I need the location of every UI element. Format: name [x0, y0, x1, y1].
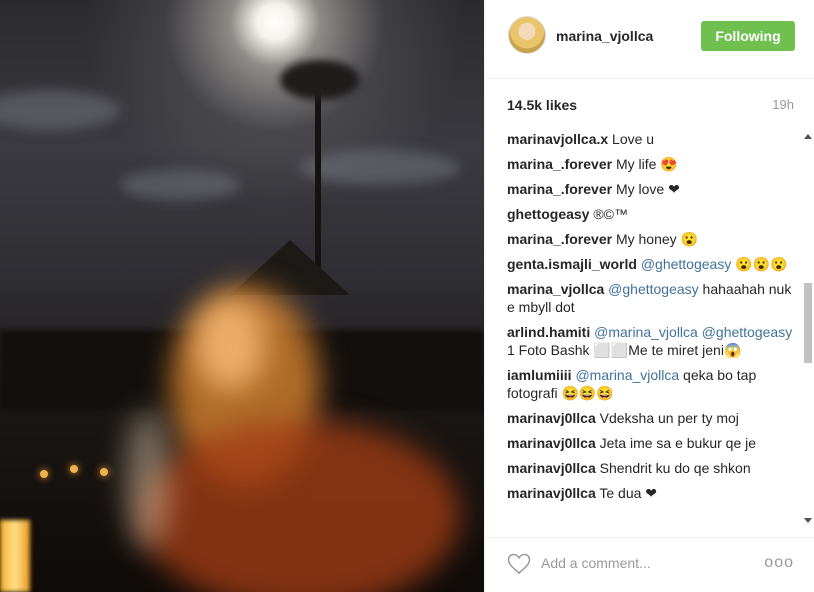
- comment-username[interactable]: genta.ismajli_world: [507, 256, 637, 272]
- comment-username[interactable]: marina_.forever: [507, 231, 612, 247]
- comment-username[interactable]: marinavjollca.x: [507, 131, 608, 147]
- cloud: [300, 150, 460, 185]
- comment-text: My honey 😮: [612, 231, 698, 247]
- comment-text: My love ❤: [612, 181, 680, 197]
- comment-username[interactable]: marinavj0llca: [507, 485, 596, 501]
- comment-item: arlind.hamiti @marina_vjollca @ghettogea…: [507, 323, 793, 359]
- scrollbar-thumb[interactable]: [804, 283, 812, 363]
- divider: [485, 78, 814, 79]
- comment-text: My life 😍: [612, 156, 678, 172]
- post-time[interactable]: 19h: [772, 97, 794, 112]
- woman-face: [195, 300, 265, 390]
- following-button[interactable]: Following: [701, 21, 795, 51]
- comment-username[interactable]: iamlumiiii: [507, 367, 572, 383]
- comment-mention[interactable]: @ghettogeasy: [608, 281, 699, 297]
- comment-text: ®©™: [589, 206, 628, 222]
- likes-count[interactable]: 14.5k likes: [507, 97, 577, 113]
- comment-text: 1 Foto Bashk ⬜⬜Me te miret jeni😱: [507, 342, 742, 358]
- scrollbar[interactable]: [801, 128, 814, 528]
- wine-glass: [125, 410, 170, 550]
- post-sidebar: marina_vjollca Following 14.5k likes 19h…: [484, 0, 814, 592]
- cloud: [120, 170, 240, 200]
- comment-username[interactable]: marina_.forever: [507, 156, 612, 172]
- divider: [485, 537, 814, 538]
- comment-username[interactable]: arlind.hamiti: [507, 324, 590, 340]
- comment-list[interactable]: marinavjollca.x Love u marina_.forever My…: [507, 130, 793, 530]
- woman-body: [140, 420, 460, 592]
- comment-item: iamlumiiii @marina_vjollca qeka bo tap f…: [507, 366, 793, 402]
- comment-item: ghettogeasy ®©™: [507, 205, 793, 223]
- comment-username[interactable]: marina_vjollca: [507, 281, 604, 297]
- palm-fronds: [280, 60, 360, 100]
- comment-text: Vdeksha un per ty moj: [595, 410, 739, 426]
- comment-item: marina_.forever My love ❤: [507, 180, 793, 198]
- comment-item: marina_.forever My life 😍: [507, 155, 793, 173]
- more-options-icon[interactable]: ooo: [764, 554, 794, 572]
- comment-item: marinavj0llca Te dua ❤: [507, 484, 793, 502]
- avatar[interactable]: [508, 16, 546, 54]
- comment-mention[interactable]: @marina_vjollca: [575, 367, 679, 383]
- cloud: [0, 90, 120, 130]
- comment-item: marina_.forever My honey 😮: [507, 230, 793, 248]
- comment-text: Jeta ime sa e bukur qe je: [595, 435, 757, 451]
- comment-item: marinavj0llca Shendrit ku do qe shkon: [507, 459, 793, 477]
- comment-item: marinavj0llca Jeta ime sa e bukur qe je: [507, 434, 793, 452]
- comment-text: Love u: [608, 131, 655, 147]
- post-header: marina_vjollca Following: [485, 0, 814, 72]
- distant-light: [70, 465, 78, 473]
- scroll-up-icon[interactable]: [804, 134, 812, 139]
- comment-mention[interactable]: @marina_vjollca @ghettogeasy: [594, 324, 792, 340]
- candle-light: [0, 520, 30, 592]
- post-photo[interactable]: [0, 0, 484, 592]
- comment-mention[interactable]: @ghettogeasy: [641, 256, 732, 272]
- comment-username[interactable]: marina_.forever: [507, 181, 612, 197]
- comment-username[interactable]: marinavj0llca: [507, 435, 596, 451]
- comment-text: 😮😮😮: [731, 256, 788, 272]
- comment-username[interactable]: marinavj0llca: [507, 410, 596, 426]
- username[interactable]: marina_vjollca: [556, 28, 653, 44]
- distant-light: [100, 468, 108, 476]
- comment-text: Shendrit ku do qe shkon: [595, 460, 751, 476]
- comment-item: marinavj0llca Vdeksha un per ty moj: [507, 409, 793, 427]
- scroll-down-icon[interactable]: [804, 518, 812, 523]
- comment-item: genta.ismajli_world @ghettogeasy 😮😮😮: [507, 255, 793, 273]
- comment-text: Te dua ❤: [595, 485, 658, 501]
- comment-username[interactable]: marinavj0llca: [507, 460, 596, 476]
- comment-item: marinavjollca.x Love u: [507, 130, 793, 148]
- heart-outline-icon[interactable]: [507, 553, 531, 575]
- distant-light: [40, 470, 48, 478]
- comment-item: marina_vjollca @ghettogeasy hahaahah nuk…: [507, 280, 793, 316]
- add-comment-input[interactable]: [541, 555, 741, 571]
- comment-username[interactable]: ghettogeasy: [507, 206, 589, 222]
